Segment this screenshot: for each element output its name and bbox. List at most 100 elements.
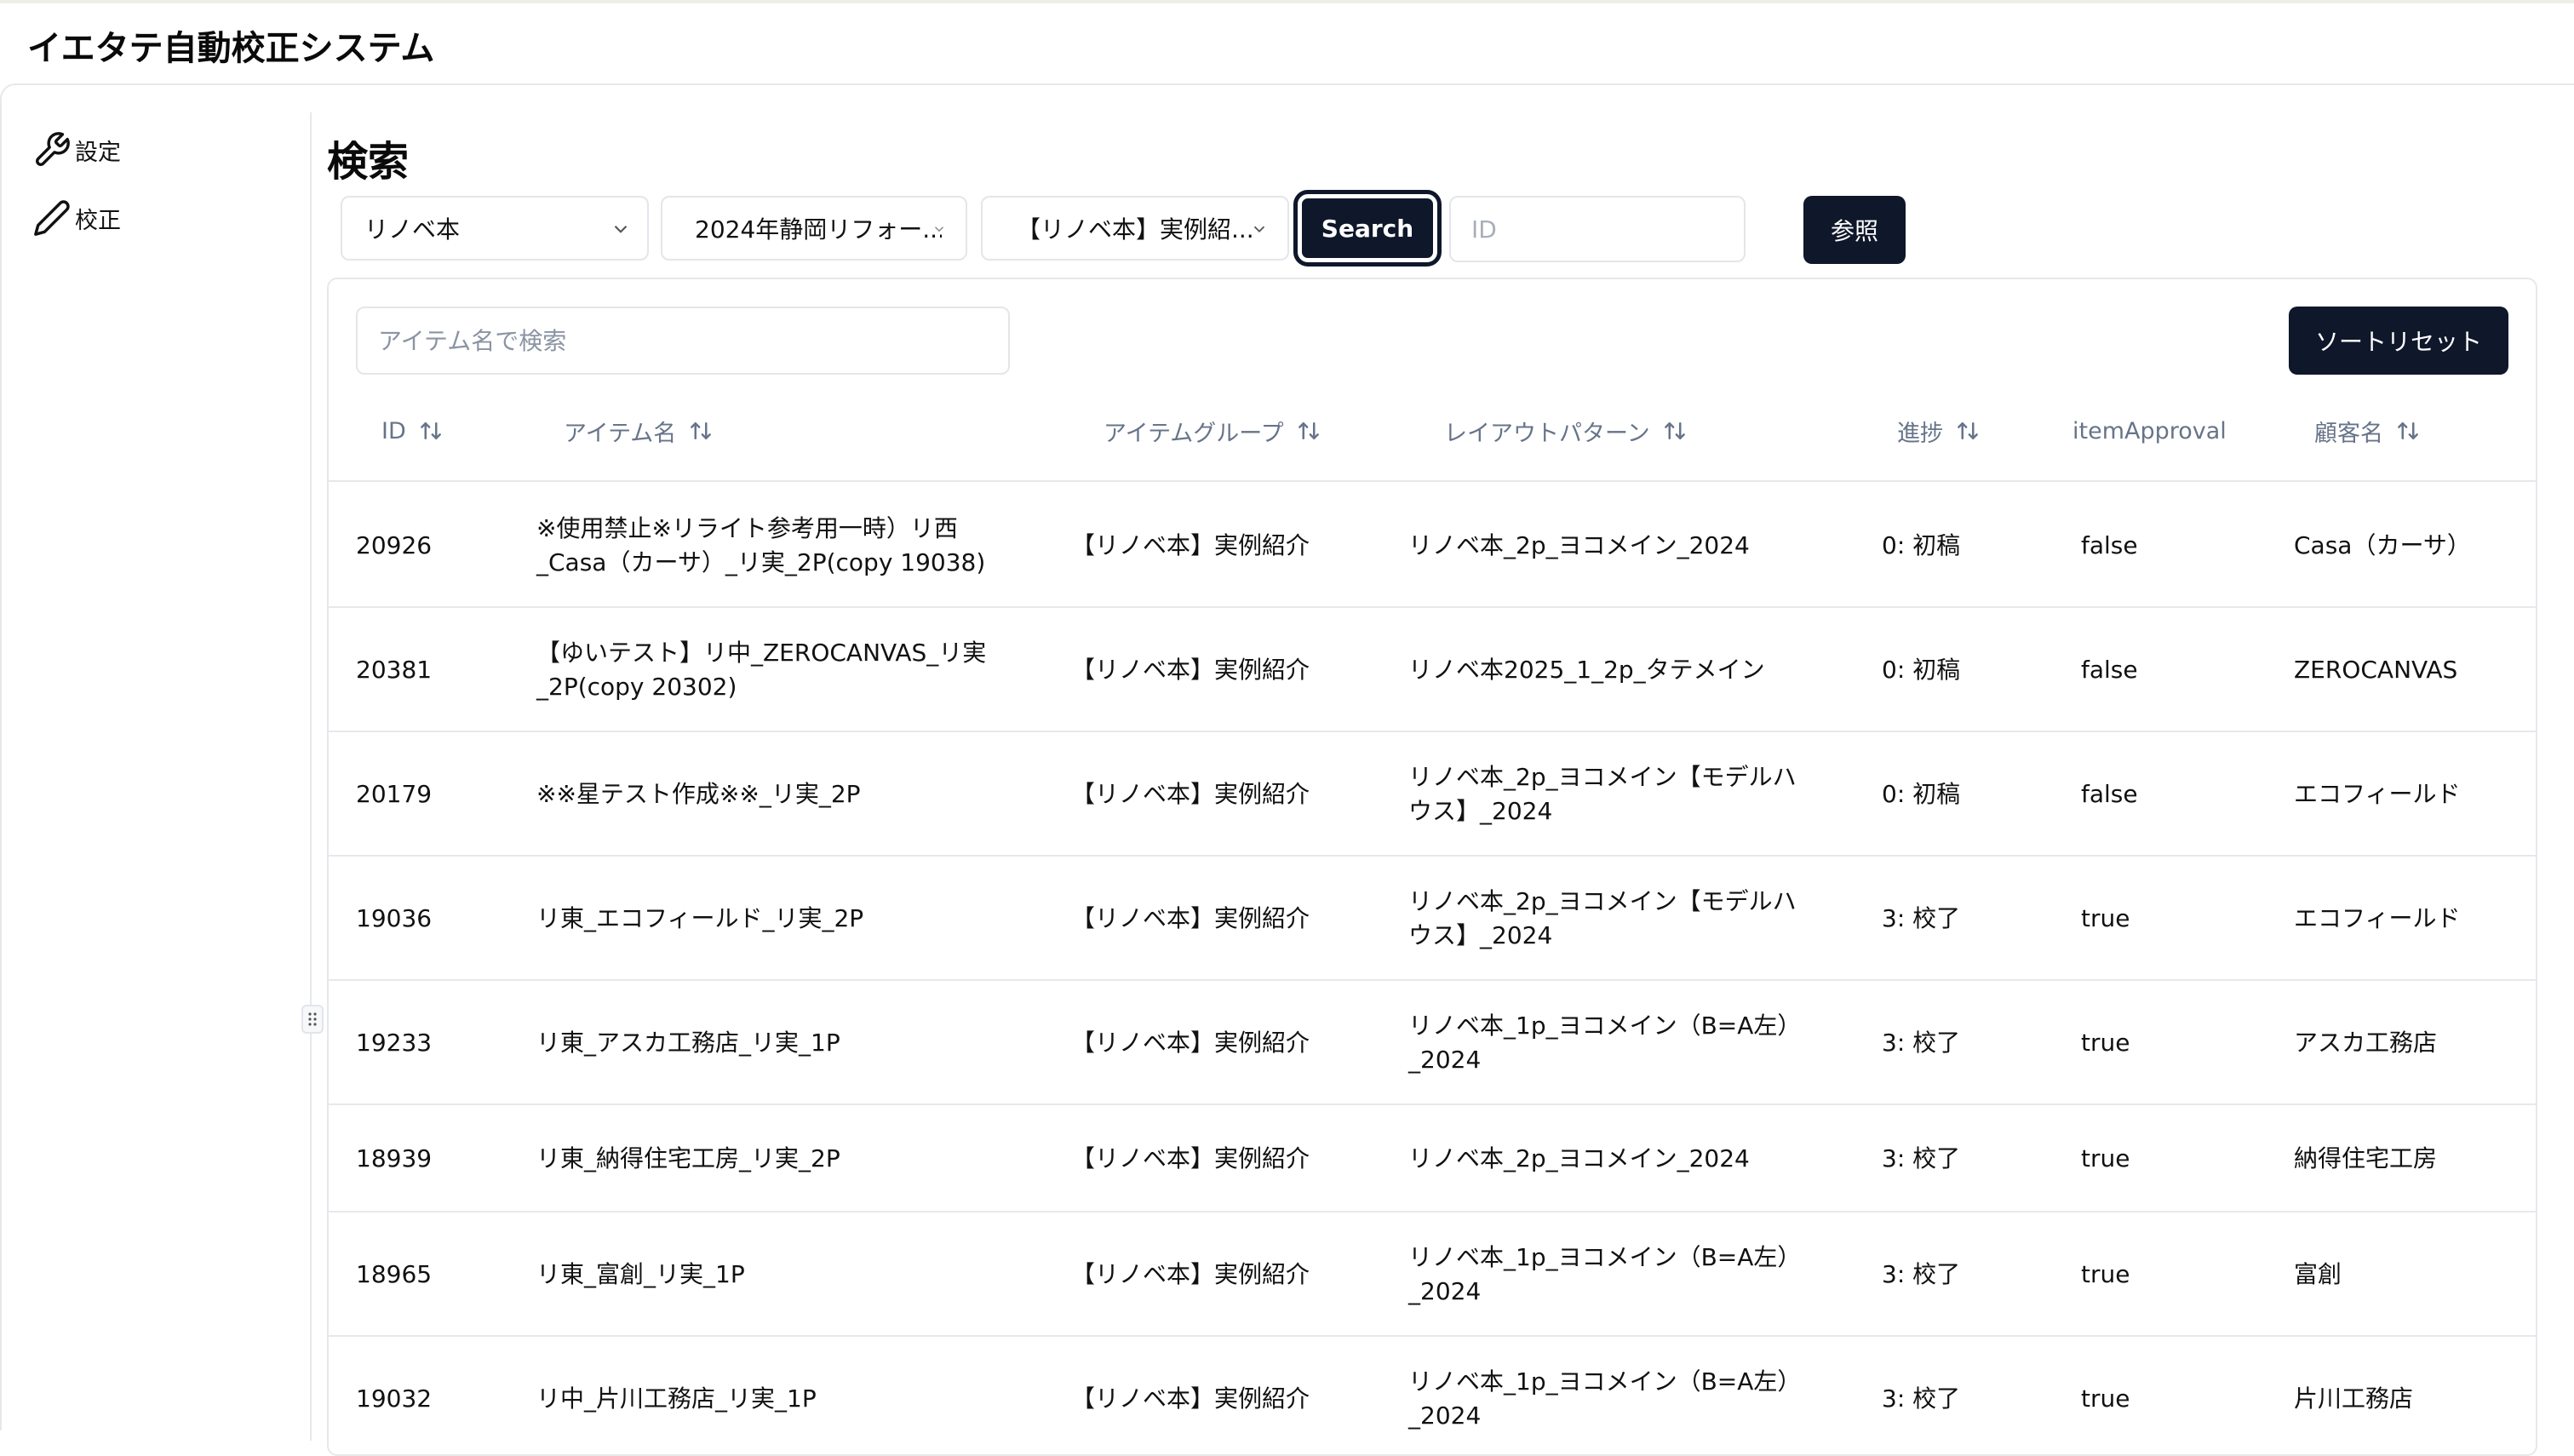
cell-item-name: 【ゆいテスト】リ中_ZEROCANVAS_リ実 _2P(copy 20302) [536,636,986,704]
cell-item-name: リ東_納得住宅工房_リ実_2P [536,1142,840,1176]
cell-item-group: 【リノベ本】実例紹介 [1071,531,1310,559]
cell-item-approval: true [2081,1144,2130,1172]
resize-handle[interactable] [301,1005,324,1034]
cell-item-group: 【リノベ本】実例紹介 [1071,780,1310,808]
cell-line: _2024 [1408,1046,1482,1074]
id-input[interactable] [1449,196,1746,262]
table-row[interactable]: 19233 リ東_アスカ工務店_リ実_1P 【リノベ本】実例紹介 リノベ本_1p_ヨコ… [329,981,2536,1105]
search-button[interactable]: Search [1293,190,1442,267]
cell-item-group: 【リノベ本】実例紹介 [1071,1384,1310,1413]
pencil-icon [34,200,70,236]
cell-customer-name: 片川工務店 [2294,1384,2414,1413]
cell-item-name: リ東_エコフィールド_リ実_2P [536,902,863,936]
cell-progress: 3: 校了 [1882,904,1961,932]
cell-item-approval: true [2081,1029,2130,1057]
column-header-item-name[interactable]: アイテム名 [564,416,714,447]
cell-line: リノベ本_1p_ヨコメイン（B=A左） [1408,1367,1802,1396]
cell-item-name: リ東_アスカ工務店_リ実_1P [536,1026,840,1060]
cell-item-group: 【リノベ本】実例紹介 [1071,1260,1310,1288]
cell-line: _Casa（カーサ）_リ実_2P(copy 19038) [536,548,986,576]
column-header-label: ID [381,417,406,444]
cell-layout-pattern: リノベ本_2p_ヨコメイン_2024 [1408,529,1750,563]
sidebar-divider [310,112,312,1441]
cell-line: リ東_アスカ工務店_リ実_1P [536,1029,840,1057]
chevron-down-icon [1253,226,1265,233]
cell-line: リ東_エコフィールド_リ実_2P [536,904,864,932]
cell-progress: 0: 初稿 [1882,656,1961,684]
issue-select[interactable]: 2024年静岡リフォー... [661,196,967,261]
column-header-item-approval[interactable]: itemApproval [2072,416,2227,446]
cell-layout-pattern: リノベ本_1p_ヨコメイン（B=A左） _2024 [1408,1365,1801,1433]
cell-item-approval: true [2081,1384,2130,1413]
cell-id: 18965 [356,1260,433,1288]
cell-customer-name: アスカ工務店 [2294,1029,2438,1057]
sidebar-item-settings[interactable]: 設定 [32,128,121,172]
sort-icon [1664,422,1685,439]
cell-id: 19233 [356,1029,433,1057]
table-row[interactable]: 20381 【ゆいテスト】リ中_ZEROCANVAS_リ実 _2P(copy 203… [329,608,2536,732]
table-row[interactable]: 19032 リ中_片川工務店_リ実_1P 【リノベ本】実例紹介 リノベ本_1p_ヨコメ… [329,1337,2536,1454]
sidebar: 設定 校正 [2,85,310,1430]
cell-item-group: 【リノベ本】実例紹介 [1071,656,1310,684]
cell-line: ※使用禁止※リライト参考用一時）リ西 [536,514,958,542]
column-header-label: itemApproval [2072,417,2227,444]
reference-button[interactable]: 参照 [1803,196,1906,264]
app-title: イエタテ自動校正システム [27,29,435,68]
column-header-label: レイアウトパターン [1444,420,1650,447]
cell-item-approval: false [2081,531,2138,559]
table-row[interactable]: 18965 リ東_富創_リ実_1P 【リノベ本】実例紹介 リノベ本_1p_ヨコメイン（… [329,1212,2536,1337]
cell-progress: 3: 校了 [1882,1384,1961,1413]
grip-icon [308,1012,317,1026]
cell-item-name: ※使用禁止※リライト参考用一時）リ西 _Casa（カーサ）_リ実_2P(copy … [536,512,985,580]
column-header-label: アイテムグループ [1104,420,1284,447]
cell-progress: 3: 校了 [1882,1260,1961,1288]
results-table-panel: ソートリセット ID アイテム名 アイテムグループ レイアウトパターン 進捗 itemAp… [327,278,2537,1456]
cell-progress: 0: 初稿 [1882,531,1961,559]
chevron-down-icon [614,225,628,233]
cell-item-group: 【リノベ本】実例紹介 [1071,1144,1310,1172]
sort-reset-button[interactable]: ソートリセット [2289,307,2508,375]
cell-item-name: リ東_富創_リ実_1P [536,1258,745,1292]
book-select[interactable]: リノベ本 [341,196,649,261]
cell-item-name: ※※星テスト作成※※_リ実_2P [536,777,861,811]
cell-customer-name: 富創 [2294,1260,2342,1288]
chevron-down-icon [934,226,944,232]
header-divider [329,480,2536,482]
item-name-search-input[interactable] [356,307,1010,375]
book-select-value: リノベ本 [364,215,461,244]
column-header-customer-name[interactable]: 顧客名 [2314,416,2421,447]
cell-line: リノベ本_1p_ヨコメイン（B=A左） [1408,1012,1802,1040]
cell-item-approval: true [2081,904,2130,932]
sidebar-item-label: 設定 [75,139,121,166]
cell-customer-name: エコフィールド [2294,904,2461,932]
table-row[interactable]: 20926 ※使用禁止※リライト参考用一時）リ西 _Casa（カーサ）_リ実_2P(… [329,484,2536,608]
cell-progress: 3: 校了 [1882,1144,1961,1172]
cell-layout-pattern: リノベ本_1p_ヨコメイン（B=A左） _2024 [1408,1241,1801,1309]
column-header-item-group[interactable]: アイテムグループ [1104,416,1321,447]
page-title: 検索 [327,138,410,186]
group-select[interactable]: 【リノベ本】実例紹... [981,196,1289,261]
table-row[interactable]: 18939 リ東_納得住宅工房_リ実_2P 【リノベ本】実例紹介 リノベ本_2p_ヨコ… [329,1105,2536,1212]
cell-layout-pattern: リノベ本_2p_ヨコメイン【モデルハ ウス】_2024 [1408,885,1797,953]
sidebar-item-proofread[interactable]: 校正 [32,196,121,240]
cell-item-name: リ中_片川工務店_リ実_1P [536,1382,817,1416]
cell-layout-pattern: リノベ本_2p_ヨコメイン【モデルハ ウス】_2024 [1408,760,1797,828]
column-header-id[interactable]: ID [381,416,444,446]
sort-icon [2398,422,2418,439]
column-header-layout-pattern[interactable]: レイアウトパターン [1444,416,1688,447]
column-header-progress[interactable]: 進捗 [1897,416,1981,447]
cell-id: 20926 [356,531,433,559]
wrench-icon [36,132,70,166]
cell-layout-pattern: リノベ本_1p_ヨコメイン（B=A左） _2024 [1408,1009,1801,1077]
cell-line: リノベ本_2p_ヨコメイン_2024 [1408,1144,1750,1172]
app-header: イエタテ自動校正システム [0,3,2574,85]
cell-line: リノベ本_1p_ヨコメイン（B=A左） [1408,1243,1802,1271]
cell-id: 19036 [356,904,433,932]
cell-progress: 3: 校了 [1882,1029,1961,1057]
sort-icon [691,422,712,439]
cell-customer-name: エコフィールド [2294,780,2461,808]
table-row[interactable]: 19036 リ東_エコフィールド_リ実_2P 【リノベ本】実例紹介 リノベ本_2p_ヨ… [329,857,2536,981]
table-row[interactable]: 20179 ※※星テスト作成※※_リ実_2P 【リノベ本】実例紹介 リノベ本_2p_ヨ… [329,732,2536,857]
cell-id: 18939 [356,1144,433,1172]
cell-layout-pattern: リノベ本2025_1_2p_タテメイン [1408,653,1765,687]
